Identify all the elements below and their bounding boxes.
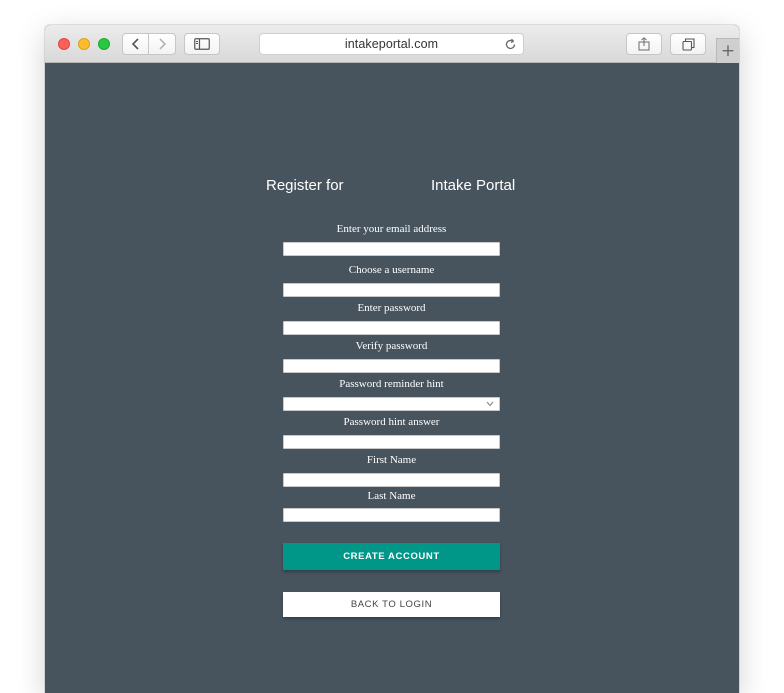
verify-password-label: Verify password [355, 340, 428, 352]
share-button[interactable] [626, 33, 662, 55]
verify-password-field[interactable] [283, 359, 500, 373]
browser-window: intakeportal.com + Register for Intake P… [45, 25, 739, 693]
password-hint-label: Password reminder hint [339, 378, 444, 390]
address-bar[interactable]: intakeportal.com [259, 33, 524, 55]
chevron-down-icon [486, 401, 494, 407]
username-label: Choose a username [348, 264, 435, 276]
last-name-label: Last Name [367, 490, 416, 502]
page-title-portal: Intake Portal [431, 177, 516, 194]
chevron-right-icon [159, 38, 167, 50]
back-to-login-button[interactable]: BACK TO LOGIN [283, 592, 500, 617]
reload-icon[interactable] [504, 38, 517, 51]
tab-overview-button[interactable] [670, 33, 706, 55]
chevron-left-icon [131, 38, 139, 50]
new-tab-button[interactable]: + [716, 38, 739, 63]
share-icon [638, 37, 650, 51]
password-label: Enter password [357, 302, 426, 314]
email-field[interactable] [283, 242, 500, 256]
address-text: intakeportal.com [344, 37, 439, 51]
hint-answer-field[interactable] [283, 435, 500, 449]
back-button[interactable] [122, 33, 149, 55]
password-field[interactable] [283, 321, 500, 335]
plus-icon: + [720, 41, 736, 61]
zoom-window-button[interactable] [98, 38, 110, 50]
sidebar-icon [194, 38, 210, 50]
sidebar-button[interactable] [184, 33, 220, 55]
close-window-button[interactable] [58, 38, 70, 50]
email-label: Enter your email address [336, 223, 447, 235]
tabs-icon [681, 37, 695, 51]
minimize-window-button[interactable] [78, 38, 90, 50]
first-name-field[interactable] [283, 473, 500, 487]
password-hint-select[interactable] [283, 397, 500, 411]
forward-button[interactable] [149, 33, 176, 55]
browser-toolbar: intakeportal.com + [45, 25, 739, 63]
page-content: Register for Intake Portal Enter your em… [45, 63, 739, 693]
hint-answer-label: Password hint answer [343, 416, 440, 428]
create-account-button[interactable]: CREATE ACCOUNT [283, 543, 500, 570]
last-name-field[interactable] [283, 508, 500, 522]
username-field[interactable] [283, 283, 500, 297]
page-title-register: Register for [266, 177, 344, 194]
first-name-label: First Name [366, 454, 417, 466]
